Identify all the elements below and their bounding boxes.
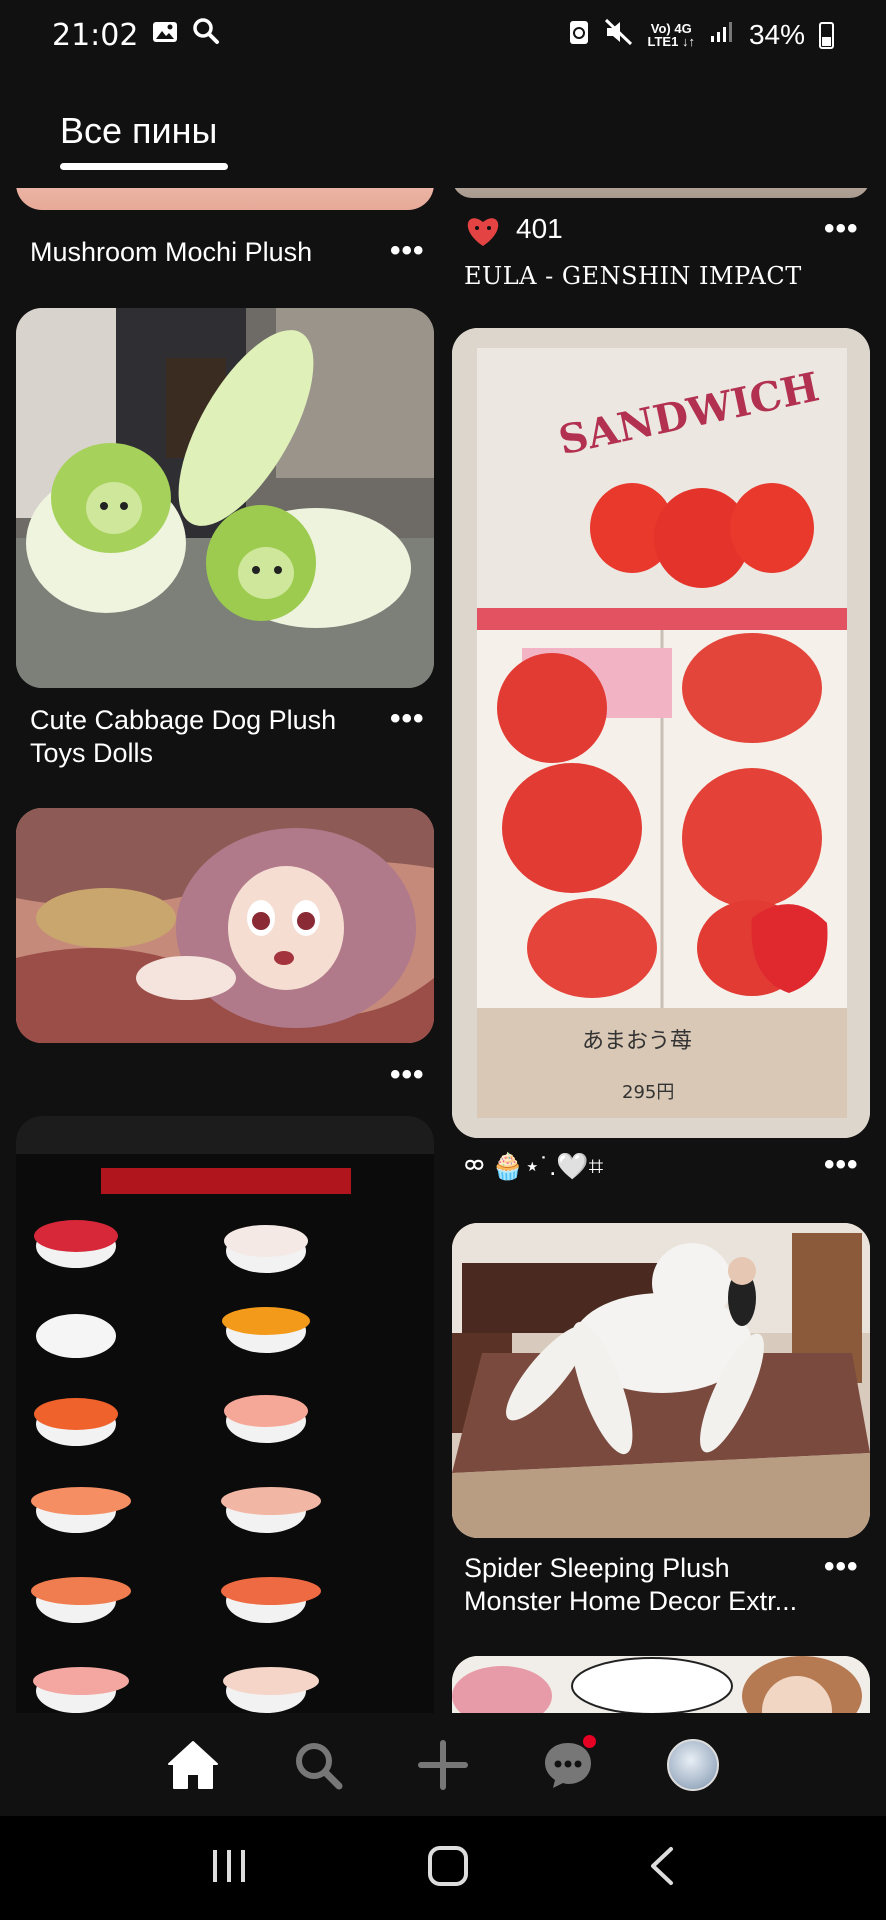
svg-text:あまおう苺: あまおう苺 xyxy=(582,1029,692,1054)
pin-image-comic[interactable] xyxy=(452,1656,870,1713)
mute-icon xyxy=(604,18,634,53)
battery-icon xyxy=(819,21,834,49)
status-bar: 21:02 Vo) 4G LTE1 ↓↑ 34% xyxy=(0,0,886,70)
recent-apps-button[interactable] xyxy=(209,1848,249,1889)
pin-more-button[interactable]: ••• xyxy=(824,212,859,246)
home-icon xyxy=(167,1740,218,1789)
avatar xyxy=(667,1738,720,1791)
tab-all-pins[interactable]: Все пины xyxy=(60,110,217,152)
pin-title-line2: Monster Home Decor Extr... xyxy=(464,1586,798,1616)
notification-dot xyxy=(583,1734,597,1748)
pin-title: ᢁ 🧁⋆˙.🤍⌗ xyxy=(464,1151,604,1181)
bottom-nav xyxy=(0,1713,886,1816)
battery-percent: 34% xyxy=(748,19,805,50)
recycle-icon xyxy=(568,18,590,53)
pin-title-line1: Cute Cabbage Dog Plush xyxy=(30,705,337,735)
pin-image-strawberry-sandwich[interactable]: SANDWICH あまおう苺 295円 xyxy=(452,328,870,1138)
network-indicator: Vo) 4G LTE1 ↓↑ xyxy=(648,22,695,48)
pin-image-nigiri-sushi[interactable] xyxy=(16,1116,434,1713)
home-system-button[interactable] xyxy=(427,1845,469,1892)
system-nav-bar xyxy=(0,1816,886,1920)
network-line-2: LTE1 ↓↑ xyxy=(647,34,695,49)
gallery-icon xyxy=(152,18,178,52)
pin-more-button[interactable]: ••• xyxy=(390,1058,425,1092)
pin-image-cabbage-dog[interactable] xyxy=(16,308,434,688)
nav-messages-button[interactable] xyxy=(536,1733,600,1797)
pin-more-button[interactable]: ••• xyxy=(390,702,425,736)
plus-icon xyxy=(417,1739,468,1790)
pin-feed[interactable]: Mushroom Mochi Plush ••• Cute Cabbage Do… xyxy=(0,188,886,1713)
recent-apps-icon xyxy=(213,1849,245,1882)
status-time: 21:02 xyxy=(52,17,139,53)
pin-more-button[interactable]: ••• xyxy=(824,1550,859,1584)
nav-profile-button[interactable] xyxy=(661,1733,725,1797)
pin-more-button[interactable]: ••• xyxy=(824,1148,859,1182)
heart-reaction-icon[interactable] xyxy=(464,214,502,253)
search-status-icon xyxy=(192,17,220,53)
nav-create-button[interactable] xyxy=(411,1733,475,1797)
pin-title: Mushroom Mochi Plush xyxy=(30,237,313,267)
search-icon xyxy=(295,1742,343,1789)
svg-text:295円: 295円 xyxy=(622,1082,674,1103)
pin-like-count: 401 xyxy=(516,213,563,244)
tab-active-indicator xyxy=(60,163,228,170)
nav-search-button[interactable] xyxy=(286,1733,350,1797)
pin-image-anime-girl[interactable] xyxy=(16,808,434,1043)
pin-image-spider-plush[interactable] xyxy=(452,1223,870,1538)
nav-home-button[interactable] xyxy=(161,1733,225,1797)
home-square-icon xyxy=(428,1845,468,1886)
back-button[interactable] xyxy=(647,1845,677,1892)
back-icon xyxy=(651,1846,673,1885)
pin-title: EULA - GENSHIN IMPACT xyxy=(464,262,802,290)
pin-image-eula[interactable] xyxy=(452,188,870,198)
pin-title-line2: Toys Dolls xyxy=(30,738,154,768)
pin-more-button[interactable]: ••• xyxy=(390,234,425,268)
signal-icon xyxy=(709,19,735,51)
pin-title-line1: Spider Sleeping Plush xyxy=(464,1553,730,1583)
pin-image-mushroom-mochi[interactable] xyxy=(16,188,434,210)
